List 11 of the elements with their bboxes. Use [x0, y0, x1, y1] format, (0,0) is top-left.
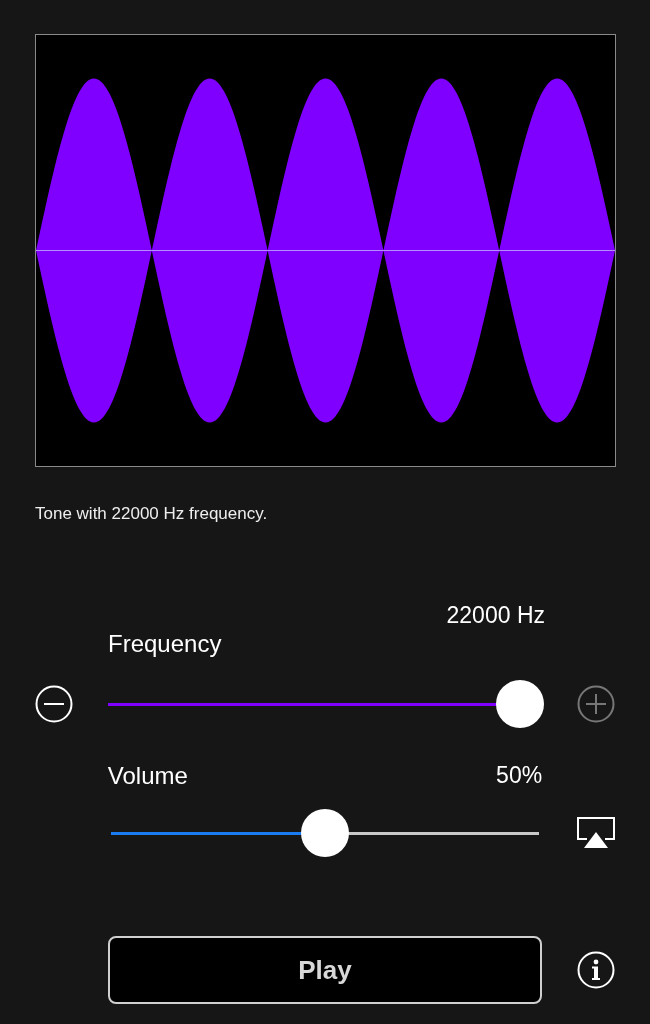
play-button[interactable]: Play: [108, 936, 542, 1004]
tone-description: Tone with 22000 Hz frequency.: [35, 503, 269, 525]
info-button[interactable]: [577, 951, 615, 989]
volume-reading: 50%: [496, 761, 543, 790]
airplay-icon[interactable]: [577, 817, 615, 849]
frequency-label: Frequency: [108, 630, 222, 657]
slider-thumb[interactable]: [496, 680, 544, 728]
minus-button[interactable]: [35, 685, 73, 723]
volume-label: Volume: [107, 761, 188, 791]
frequency-reading: 22000 Hz: [446, 601, 545, 629]
slider-thumb[interactable]: [301, 809, 349, 857]
